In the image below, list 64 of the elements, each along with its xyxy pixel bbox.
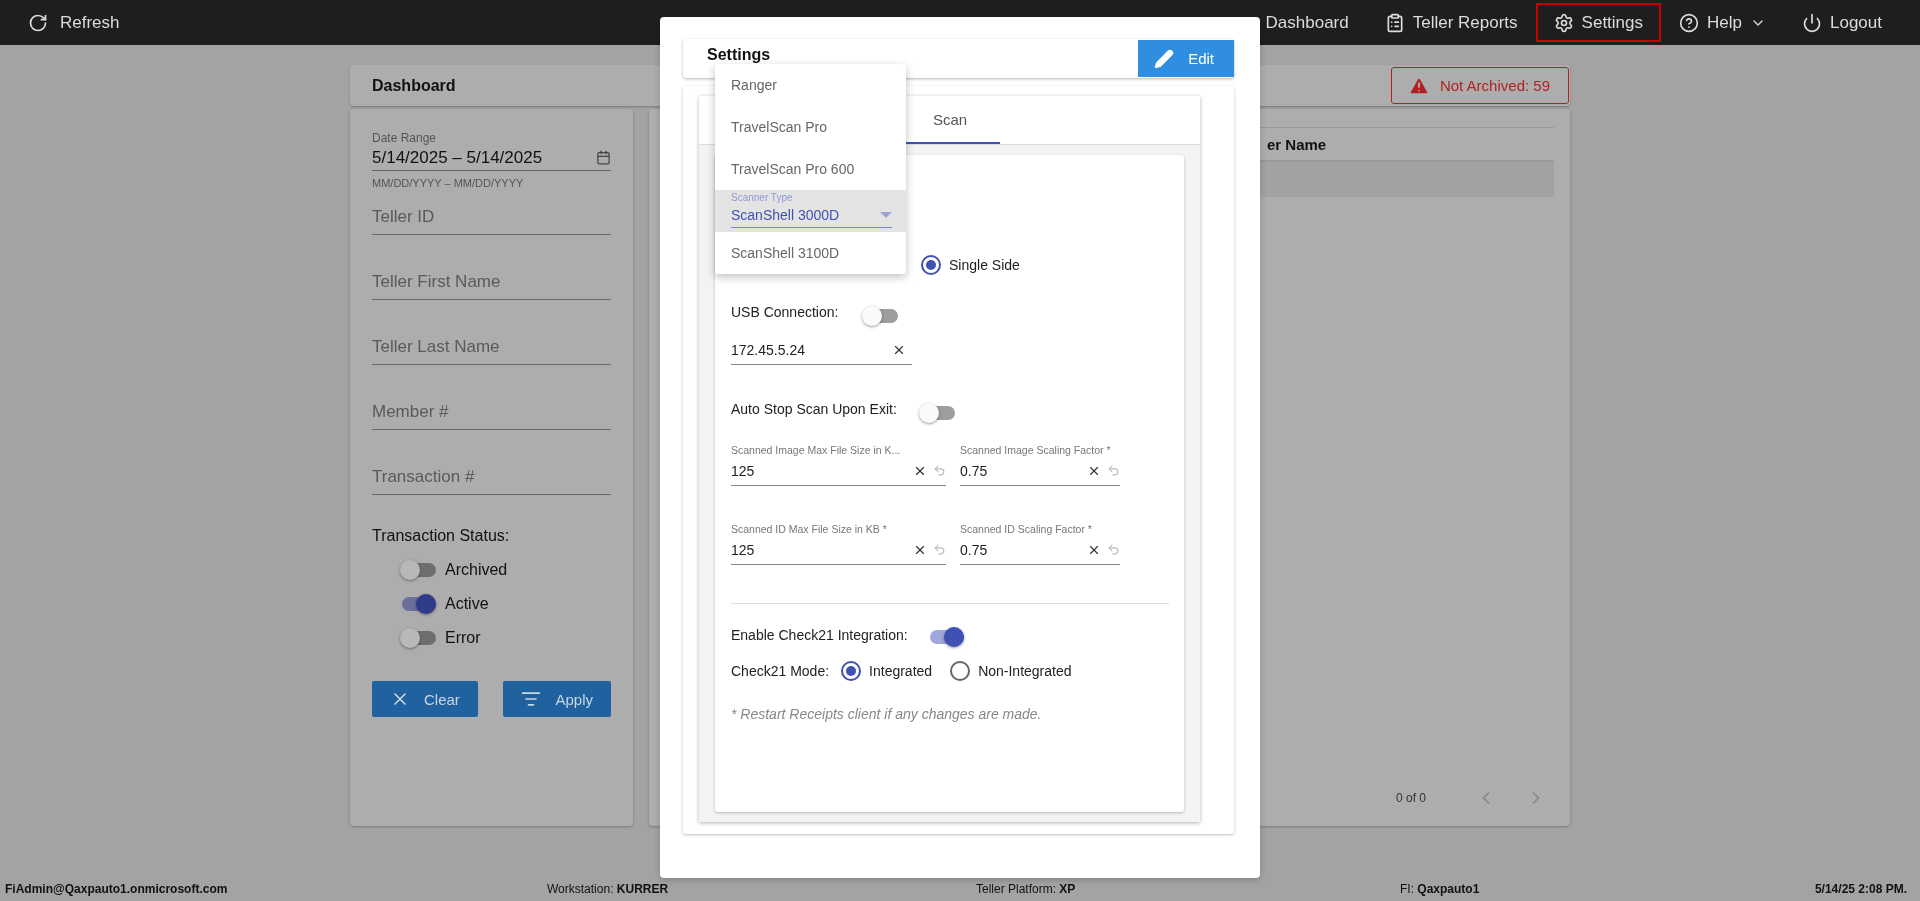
pencil-icon (1154, 48, 1175, 69)
page-title: Dashboard (372, 76, 456, 95)
text-field[interactable]: Teller First Name (372, 264, 611, 300)
refresh-icon[interactable] (28, 12, 48, 33)
filter-icon (521, 689, 542, 709)
menu-item[interactable]: ScanShell 3100D (715, 232, 906, 274)
field-label: Scanned ID Scaling Factor * (960, 523, 1093, 535)
text-field[interactable]: Teller ID (372, 199, 611, 235)
text-field[interactable]: Teller Last Name (372, 329, 611, 365)
field-label: Scanned Image Max File Size in K... (731, 444, 902, 456)
field-label: Scanned ID Max File Size in KB * (731, 523, 888, 535)
text-field[interactable]: Transaction # (372, 459, 611, 495)
helper-text: MM/DD/YYYY – MM/DD/YYYY (372, 177, 525, 189)
toggle-switch[interactable] (920, 406, 955, 420)
toggle-switch[interactable] (929, 630, 964, 644)
radio-label: Single Side (949, 257, 1020, 273)
filter-button[interactable]: Apply (503, 681, 611, 717)
dialog-title: Settings (707, 45, 771, 64)
toggle-label: Archived (445, 561, 508, 579)
field-label: Scanned Image Scaling Factor * (960, 444, 1112, 456)
ip-address-field[interactable]: 172.45.5.24 (731, 341, 892, 358)
radio-label: Integrated (869, 663, 933, 679)
radio-button[interactable] (950, 661, 971, 681)
refresh-link[interactable]: Refresh (60, 12, 120, 33)
field-label: USB Connection: (731, 304, 839, 320)
date-range-field[interactable]: 5/14/2025 – 5/14/2025 (372, 145, 611, 171)
number-field[interactable]: 125 (731, 541, 907, 558)
status-text: Teller Platform: XP (976, 882, 1077, 896)
field-label: Auto Stop Scan Upon Exit: (731, 401, 897, 417)
text-field[interactable]: Member # (372, 394, 611, 430)
pagination-text: 0 of 0 (1395, 791, 1426, 805)
note-text: * Restart Receipts client if any changes are made. (731, 706, 1043, 722)
toggle-switch[interactable] (864, 309, 899, 323)
status-text: FiAdmin@Qaxpauto1.onmicrosoft.com (5, 882, 229, 896)
field-label: Check21 Mode: (731, 663, 830, 679)
toggle-switch[interactable] (402, 597, 436, 611)
nav-button[interactable]: Logout (1784, 3, 1900, 42)
number-field[interactable]: 0.75 (960, 541, 1081, 558)
filter-button[interactable]: Clear (372, 681, 478, 717)
calendar-icon[interactable] (596, 150, 611, 165)
help-icon (1679, 12, 1700, 33)
status-text: FI: Qaxpauto1 (1400, 882, 1481, 896)
radio-label: Non-Integrated (978, 663, 1072, 679)
toggle-label: Error (445, 629, 481, 647)
number-field[interactable]: 125 (731, 462, 907, 479)
toggle-label: Active (445, 595, 489, 613)
section-label: Transaction Status: (372, 527, 511, 545)
radio-button[interactable] (841, 661, 862, 681)
nav-button[interactable]: Teller Reports (1366, 3, 1536, 42)
power-icon (1802, 12, 1822, 33)
column-header[interactable]: er Name (1267, 135, 1554, 153)
caret-icon (880, 212, 892, 218)
toggle-switch[interactable] (402, 563, 436, 577)
nav-button[interactable]: Settings (1535, 3, 1662, 42)
menu-item[interactable]: TravelScan Pro 600 (715, 148, 906, 190)
number-field[interactable]: 0.75 (960, 462, 1081, 479)
status-text: Workstation: KURRER (547, 882, 670, 896)
field-label: Enable Check21 Integration: (731, 627, 908, 643)
status-text: 5/14/25 2:08 PM. (1814, 882, 1907, 896)
settings-icon (1553, 12, 1574, 33)
radio-button[interactable] (921, 255, 941, 275)
nav-button[interactable]: Help (1661, 3, 1784, 42)
toggle-switch[interactable] (402, 631, 436, 645)
field-label: Date Range (372, 131, 438, 145)
